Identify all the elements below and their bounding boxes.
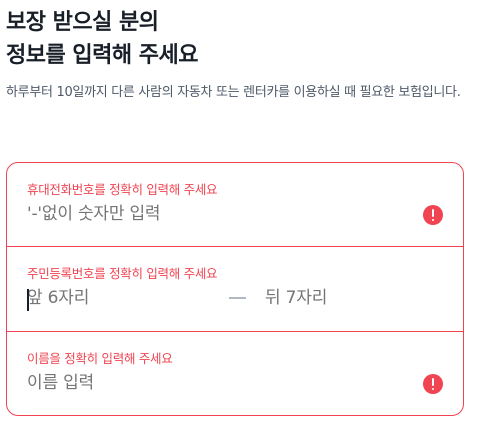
name-input[interactable]	[27, 370, 407, 396]
page-title-line-2: 정보를 입력해 주세요	[6, 43, 198, 68]
page-title: 보장 받으실 분의 정보를 입력해 주세요	[6, 6, 198, 72]
insured-person-info-page: 보장 받으실 분의 정보를 입력해 주세요 하루부터 10일까지 다른 사람의 …	[0, 0, 478, 434]
insured-info-form: 휴대전화번호를 정확히 입력해 주세요 주민등록번호를 정확히 입력해 주세요 …	[6, 162, 464, 416]
resident-number-back-input[interactable]	[265, 285, 435, 311]
resident-number-front-input[interactable]	[27, 285, 197, 311]
phone-field: 휴대전화번호를 정확히 입력해 주세요	[7, 163, 463, 247]
resident-number-field: 주민등록번호를 정확히 입력해 주세요	[7, 247, 463, 332]
page-title-line-1: 보장 받으실 분의	[6, 10, 159, 35]
text-cursor	[27, 289, 29, 311]
resident-number-error-label: 주민등록번호를 정확히 입력해 주세요	[27, 266, 218, 281]
phone-input[interactable]	[27, 201, 407, 227]
error-icon	[423, 205, 443, 225]
name-field: 이름을 정확히 입력해 주세요	[7, 332, 463, 415]
resident-number-dash-separator	[229, 297, 246, 299]
name-error-label: 이름을 정확히 입력해 주세요	[27, 351, 173, 366]
phone-error-label: 휴대전화번호를 정확히 입력해 주세요	[27, 182, 218, 197]
page-description: 하루부터 10일까지 다른 사람의 자동차 또는 렌터카를 이용하실 때 필요한…	[6, 85, 461, 100]
error-icon	[423, 374, 443, 394]
